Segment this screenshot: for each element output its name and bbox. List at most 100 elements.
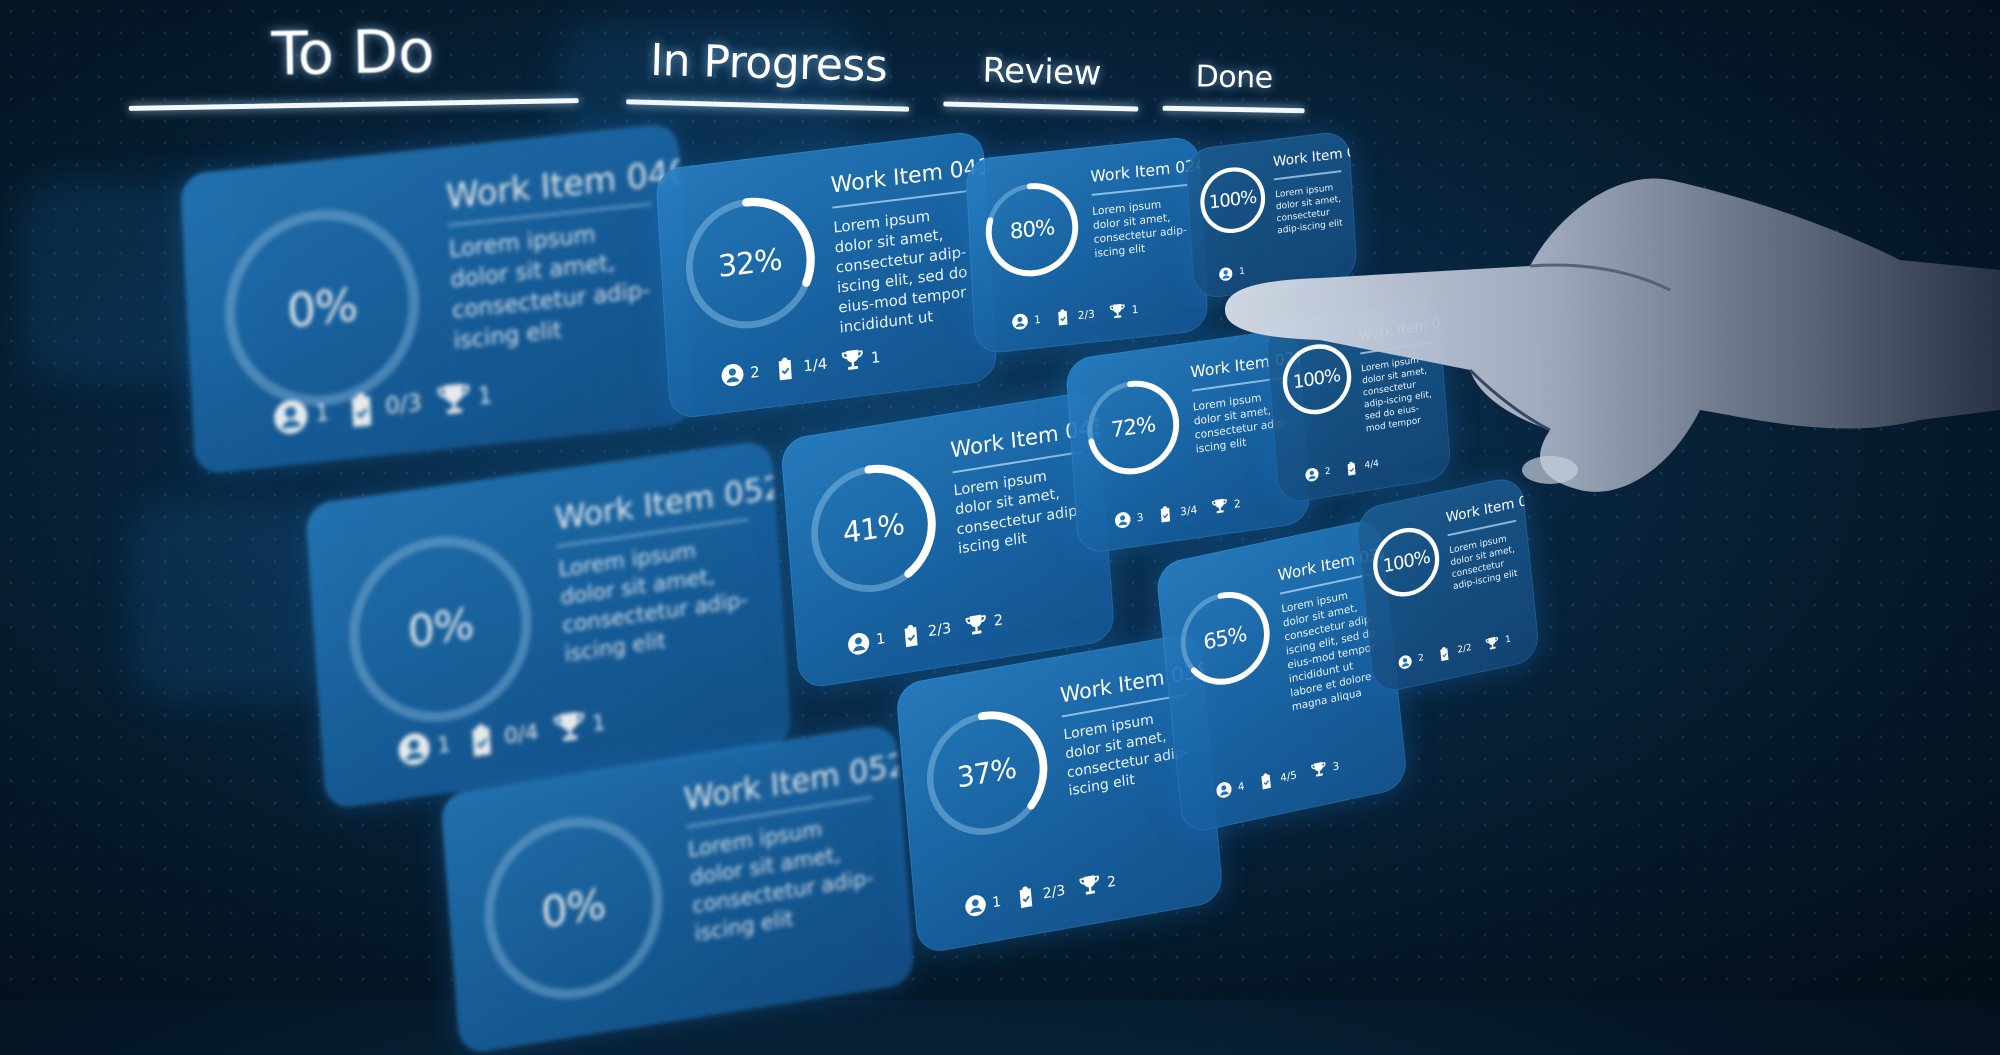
task-count[interactable]: 2/3	[1054, 306, 1095, 327]
progress-percent: 41%	[841, 506, 906, 551]
task-count[interactable]: 4/4	[1344, 456, 1380, 476]
assignee-count[interactable]: 1	[1219, 264, 1246, 282]
reward-count[interactable]: 2	[964, 609, 1004, 638]
work-item-card-work-item-0234[interactable]: 100% Work Item 0234 Lorem ipsum dolor si…	[1185, 129, 1358, 300]
assignee-count[interactable]: 1	[272, 394, 330, 436]
reward-count[interactable]: 1	[1485, 633, 1512, 653]
column-header-todo[interactable]: To Do	[127, 14, 579, 111]
reward-count[interactable]: 1	[551, 706, 607, 748]
assignee-count[interactable]: 2	[720, 360, 761, 389]
assignee-count[interactable]: 2	[1304, 464, 1331, 482]
column-header-done[interactable]: Done	[1162, 59, 1306, 114]
assignee-count[interactable]: 1	[846, 628, 886, 657]
assignee-count-value: 1	[1033, 313, 1042, 328]
card-meta: 3 3/4 2	[1113, 488, 1296, 531]
task-count[interactable]: 1/4	[773, 351, 828, 382]
assignee-count[interactable]: 1	[396, 727, 452, 769]
progress-ring: 37%	[917, 697, 1057, 850]
reward-count[interactable]: 1	[435, 377, 493, 419]
assignee-count-value: 2	[1417, 653, 1425, 665]
user-circle-icon	[846, 630, 871, 657]
card-info: Work Item 0248 Lorem ipsum dolor sit ame…	[1090, 153, 1209, 261]
trophy-icon	[840, 347, 865, 374]
reward-count-value: 2	[993, 612, 1004, 631]
reward-count-value: 1	[477, 382, 493, 410]
assignee-count-value: 3	[1136, 511, 1144, 526]
reward-count[interactable]: 1	[1108, 301, 1139, 321]
card-title: Work Item 0523	[682, 744, 915, 818]
trophy-icon	[1210, 497, 1228, 516]
column-header-in-progress[interactable]: In Progress	[626, 34, 911, 112]
task-count-value: 4/4	[1364, 458, 1380, 471]
trophy-icon	[435, 379, 473, 419]
clipboard-check-icon	[1014, 884, 1038, 910]
column-underline	[1162, 105, 1305, 114]
column-title: Done	[1195, 59, 1273, 96]
card-description: Lorem ipsum dolor sit amet, consectetur …	[1360, 355, 1433, 435]
reward-count[interactable]: 2	[1078, 870, 1117, 899]
card-info: Work Item 0234 Lorem ipsum dolor sit ame…	[1272, 141, 1358, 237]
card-title: Work Item 0234	[1272, 141, 1358, 171]
card-description: Lorem ipsum dolor sit amet, consectetur …	[448, 221, 651, 355]
progress-percent: 100%	[1292, 365, 1341, 394]
task-count-value: 0/4	[503, 719, 540, 750]
card-title: Work Item 0523	[553, 465, 792, 537]
title-divider	[1091, 183, 1188, 196]
task-count[interactable]: 2/3	[898, 617, 952, 649]
card-meta: 1 2/3 2	[846, 595, 1094, 657]
assignee-count[interactable]: 2	[1398, 651, 1425, 671]
task-count-value: 2/2	[1457, 643, 1473, 657]
work-item-card-work-item-0278[interactable]: 100% Work Item 0278 Lorem ipsum dolor si…	[1265, 297, 1453, 505]
task-count-value: 2/3	[1077, 307, 1096, 323]
user-circle-icon	[1219, 266, 1234, 282]
progress-ring: 0%	[336, 516, 545, 741]
task-count[interactable]: 2/2	[1437, 641, 1473, 663]
work-item-card-work-item-0419[interactable]: 32% Work Item 0419 Lorem ipsum dolor sit…	[655, 129, 998, 420]
card-meta: 2 4/4	[1304, 447, 1440, 483]
card-description: Lorem ipsum dolor sit amet, consectetur …	[1091, 197, 1188, 261]
column-title: In Progress	[649, 34, 888, 93]
card-info: Work Item 0432 Lorem ipsum dolor sit ame…	[949, 412, 1115, 560]
work-item-card-work-item-0432[interactable]: 41% Work Item 0432 Lorem ipsum dolor sit…	[780, 389, 1116, 690]
task-count-value: 2/3	[927, 620, 952, 641]
task-count-value: 3/4	[1179, 503, 1198, 519]
trophy-icon	[551, 708, 587, 747]
work-item-card-work-item-0406[interactable]: 0% Work Item 0406 Lorem ipsum dolor sit …	[180, 122, 693, 475]
column-header-review[interactable]: Review	[943, 49, 1139, 112]
column-underline	[943, 101, 1139, 112]
assignee-count[interactable]: 3	[1113, 509, 1144, 530]
kanban-board: To Do In Progress Review Done 0% Work It…	[0, 0, 2000, 1055]
reward-count-value: 1	[1504, 634, 1512, 646]
reward-count[interactable]: 1	[840, 345, 881, 374]
card-description: Lorem ipsum dolor sit amet, consectetur …	[832, 206, 968, 337]
task-count[interactable]: 4/5	[1257, 766, 1297, 791]
progress-ring: 72%	[1081, 372, 1186, 484]
work-item-card-work-item-0157[interactable]: 100% Work Item 0157 Lorem ipsum dolor si…	[1355, 474, 1541, 695]
clipboard-check-icon	[898, 622, 923, 649]
assignee-count-value: 1	[314, 399, 330, 428]
reward-count[interactable]: 3	[1310, 757, 1340, 780]
progress-percent: 100%	[1208, 186, 1257, 214]
clipboard-check-icon	[1257, 771, 1275, 791]
user-circle-icon	[396, 730, 432, 769]
task-count[interactable]: 2/3	[1014, 879, 1066, 910]
assignee-count[interactable]: 4	[1215, 778, 1245, 801]
work-item-card-work-item-0248[interactable]: 80% Work Item 0248 Lorem ipsum dolor sit…	[965, 135, 1209, 355]
assignee-count[interactable]: 1	[963, 890, 1002, 919]
assignee-count-value: 2	[1324, 466, 1332, 478]
card-meta: 1 2/3 1	[1011, 295, 1194, 331]
assignee-count-value: 1	[991, 893, 1002, 912]
progress-percent: 37%	[955, 751, 1018, 796]
user-circle-icon	[1113, 511, 1131, 530]
task-count[interactable]: 3/4	[1157, 501, 1198, 524]
progress-ring: 65%	[1172, 580, 1277, 697]
task-count-value: 2/3	[1042, 882, 1066, 903]
assignee-count-value: 1	[1238, 266, 1246, 278]
assignee-count[interactable]: 1	[1011, 311, 1042, 331]
assignee-count-value: 4	[1237, 779, 1246, 794]
reward-count[interactable]: 2	[1210, 495, 1241, 516]
task-count-value: 0/3	[384, 389, 423, 420]
progress-percent: 0%	[406, 599, 475, 659]
task-count[interactable]: 0/3	[342, 385, 422, 430]
card-info: Work Item 0523 Lorem ipsum dolor sit ame…	[553, 465, 792, 670]
